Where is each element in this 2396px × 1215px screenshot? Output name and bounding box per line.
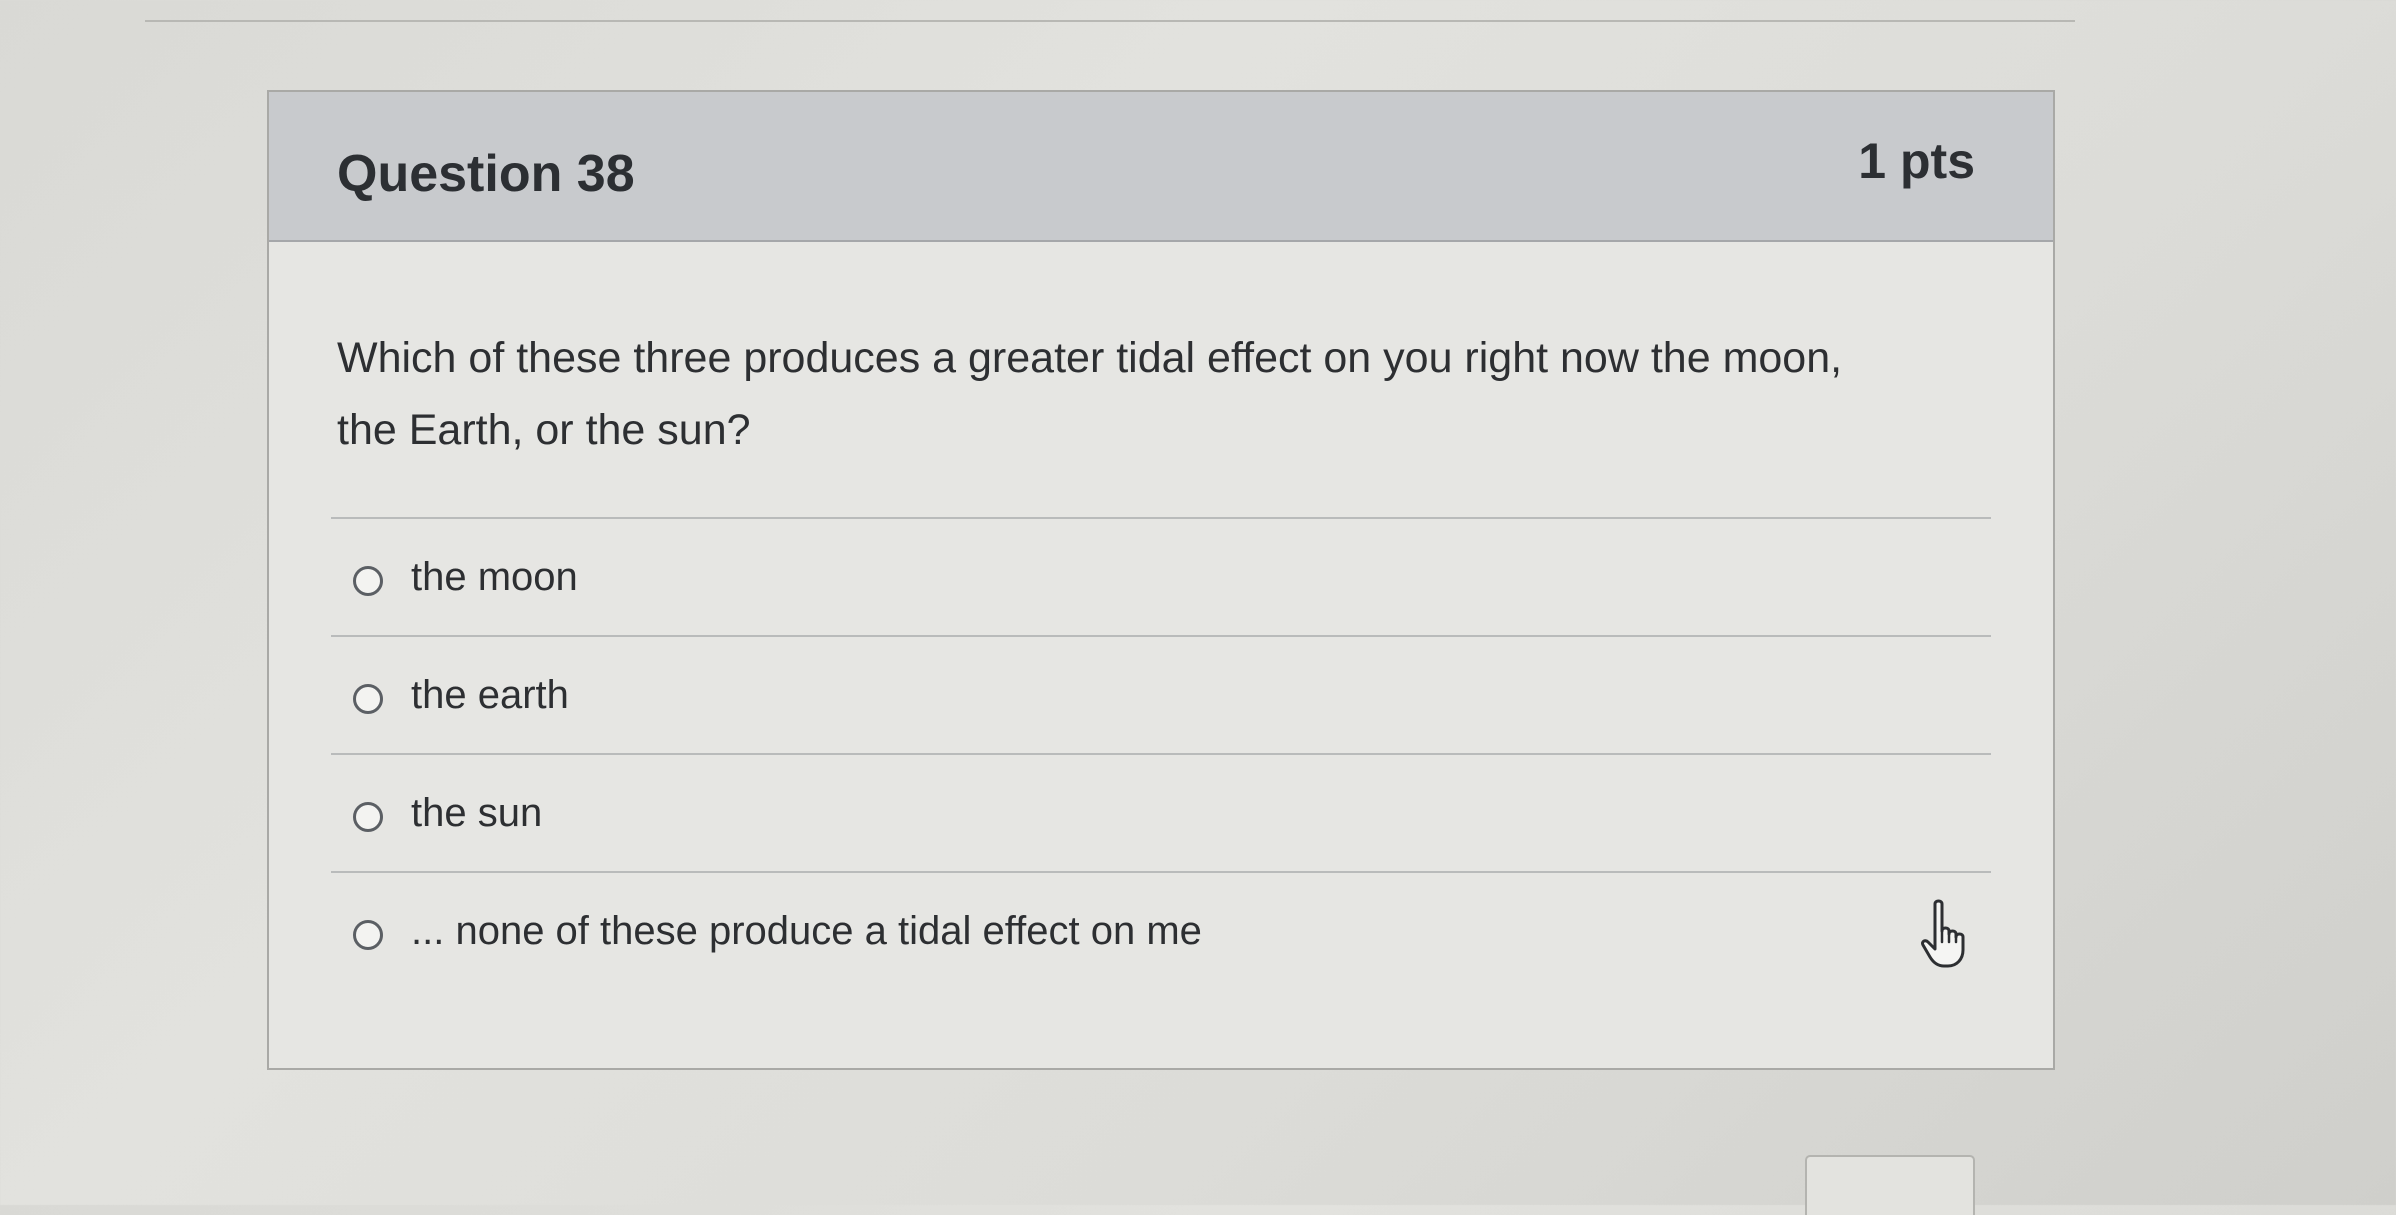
answer-option-none[interactable]: ... none of these produce a tidal effect… xyxy=(331,871,1991,989)
next-button[interactable] xyxy=(1805,1155,1975,1215)
radio-button-empty-icon[interactable] xyxy=(353,802,383,832)
question-header: Question 38 1 pts xyxy=(269,92,2053,242)
question-points: 1 pts xyxy=(1858,133,1975,189)
answer-label[interactable]: ... none of these produce a tidal effect… xyxy=(411,909,1202,954)
radio-button-empty-icon[interactable] xyxy=(353,566,383,596)
page-divider xyxy=(145,20,2075,22)
hand-pointer-icon xyxy=(1921,899,1965,968)
radio-button-empty-icon[interactable] xyxy=(353,684,383,714)
answer-label[interactable]: the sun xyxy=(411,791,542,836)
question-card: Question 38 1 pts Which of these three p… xyxy=(267,90,2055,1070)
answer-label[interactable]: the moon xyxy=(411,555,578,600)
radio-button-empty-icon[interactable] xyxy=(353,920,383,950)
answer-option-moon[interactable]: the moon xyxy=(331,517,1991,635)
answer-list: the moon the earth the sun ... none of t… xyxy=(331,517,1991,989)
answer-option-sun[interactable]: the sun xyxy=(331,753,1991,871)
question-text: Which of these three produces a greater … xyxy=(337,334,1843,454)
answer-option-earth[interactable]: the earth xyxy=(331,635,1991,753)
answer-label[interactable]: the earth xyxy=(411,673,569,718)
question-title: Question 38 xyxy=(337,145,635,203)
